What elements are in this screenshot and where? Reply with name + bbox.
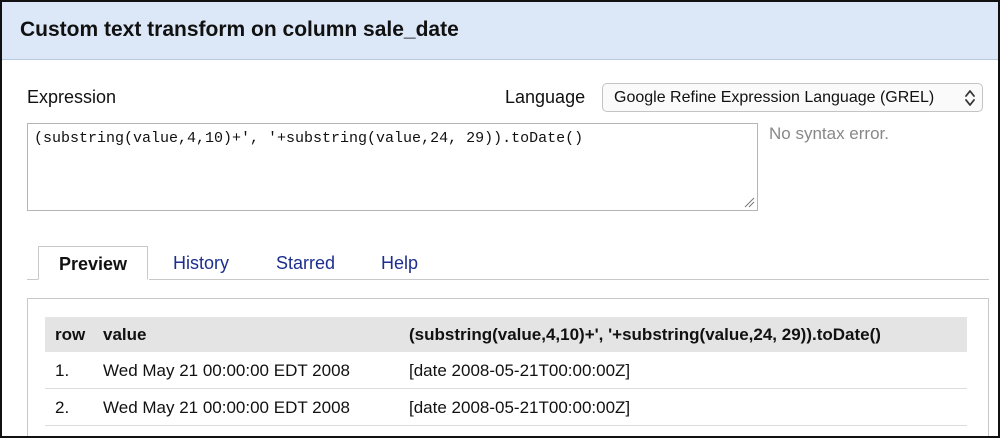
preview-panel: row value (substring(value,4,10)+', '+su… bbox=[27, 298, 989, 436]
row-result: [date 2008-05-21T00:00:00Z] bbox=[409, 398, 631, 417]
row-number: 2. bbox=[55, 398, 70, 417]
row-value: Wed May 21 00:00:00 EDT 2008 bbox=[103, 398, 350, 417]
language-select[interactable]: Google Refine Expression Language (GREL) bbox=[602, 83, 983, 112]
row-value: Wed May 21 00:00:00 EDT 2008 bbox=[103, 361, 350, 380]
row-number: 1. bbox=[55, 361, 70, 380]
expression-label: Expression bbox=[27, 87, 117, 107]
dialog-title: Custom text transform on column sale_dat… bbox=[20, 18, 459, 41]
column-header-expression: (substring(value,4,10)+', '+substring(va… bbox=[409, 325, 881, 344]
expression-textarea[interactable]: (substring(value,4,10)+', '+substring(va… bbox=[27, 123, 758, 211]
table-row: 1. Wed May 21 00:00:00 EDT 2008 [date 20… bbox=[45, 352, 967, 389]
column-header-value: value bbox=[103, 325, 147, 344]
select-arrows-icon bbox=[965, 90, 975, 106]
tab-starred[interactable]: Starred bbox=[276, 246, 335, 280]
tab-bar: Preview History Starred Help bbox=[27, 246, 987, 280]
dialog-window: Custom text transform on column sale_dat… bbox=[0, 0, 1000, 438]
tab-help[interactable]: Help bbox=[381, 246, 418, 280]
table-header: row value (substring(value,4,10)+', '+su… bbox=[45, 317, 967, 352]
tab-divider bbox=[27, 279, 38, 280]
table-row: 2. Wed May 21 00:00:00 EDT 2008 [date 20… bbox=[45, 389, 967, 426]
dialog-title-bar: Custom text transform on column sale_dat… bbox=[2, 2, 998, 60]
tab-history[interactable]: History bbox=[173, 246, 229, 280]
tab-divider bbox=[149, 279, 989, 280]
resize-grip-icon[interactable] bbox=[744, 197, 755, 208]
tab-preview[interactable]: Preview bbox=[38, 246, 149, 280]
expression-text: (substring(value,4,10)+', '+substring(va… bbox=[34, 130, 584, 147]
language-label: Language bbox=[505, 87, 586, 107]
column-header-row: row bbox=[55, 325, 86, 344]
language-select-value: Google Refine Expression Language (GREL) bbox=[614, 89, 935, 106]
row-result: [date 2008-05-21T00:00:00Z] bbox=[409, 361, 631, 380]
syntax-status: No syntax error. bbox=[769, 124, 889, 143]
